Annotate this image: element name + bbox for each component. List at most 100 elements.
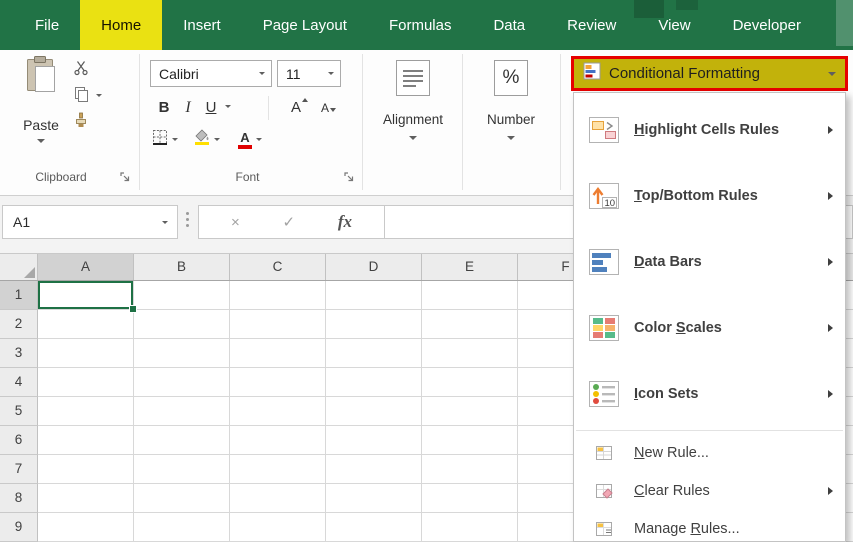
cell-d5[interactable]: [326, 397, 422, 426]
cell-b6[interactable]: [134, 426, 230, 455]
cell-d4[interactable]: [326, 368, 422, 397]
cell-a8[interactable]: [38, 484, 134, 513]
copy-dropdown-chevron-icon[interactable]: [96, 94, 102, 97]
cell-d6[interactable]: [326, 426, 422, 455]
cell-c3[interactable]: [230, 339, 326, 368]
conditional-formatting-button[interactable]: Conditional Formatting: [571, 56, 848, 91]
cell-c2[interactable]: [230, 310, 326, 339]
column-header-c[interactable]: C: [230, 254, 326, 280]
enter-button[interactable]: ✓: [283, 213, 296, 231]
cell-c1[interactable]: [230, 281, 326, 310]
cell-d3[interactable]: [326, 339, 422, 368]
cell-e7[interactable]: [422, 455, 518, 484]
bold-button[interactable]: B: [152, 94, 176, 121]
tab-home[interactable]: Home: [80, 0, 162, 50]
format-painter-button[interactable]: [70, 112, 92, 132]
number-group-button[interactable]: % Number: [480, 58, 542, 190]
cell-c8[interactable]: [230, 484, 326, 513]
menu-item-clear-rules[interactable]: Clear Rules: [574, 472, 845, 510]
cell-b9[interactable]: [134, 513, 230, 542]
select-all-corner[interactable]: [0, 254, 38, 280]
cancel-button[interactable]: ×: [231, 214, 240, 231]
borders-button[interactable]: [152, 126, 178, 153]
italic-button[interactable]: I: [178, 94, 198, 121]
column-header-e[interactable]: E: [422, 254, 518, 280]
menu-item-data-bars[interactable]: Data Bars: [574, 229, 845, 295]
font-size-combobox[interactable]: 11: [277, 60, 341, 87]
row-header-4[interactable]: 4: [0, 368, 38, 397]
font-name-combobox[interactable]: Calibri: [150, 60, 272, 87]
row-header-3[interactable]: 3: [0, 339, 38, 368]
tab-data[interactable]: Data: [472, 0, 546, 50]
clipboard-dialog-launcher[interactable]: [118, 170, 132, 184]
cell-a4[interactable]: [38, 368, 134, 397]
column-header-d[interactable]: D: [326, 254, 422, 280]
tab-view[interactable]: View: [637, 0, 711, 50]
menu-item-top-bottom-rules[interactable]: 10 Top/Bottom Rules: [574, 163, 845, 229]
row-header-9[interactable]: 9: [0, 513, 38, 542]
cell-b4[interactable]: [134, 368, 230, 397]
alignment-group-button[interactable]: Alignment: [382, 58, 444, 190]
menu-item-manage-rules[interactable]: Manage Rules...: [574, 510, 845, 542]
paste-button[interactable]: Paste: [16, 56, 66, 148]
tab-insert[interactable]: Insert: [162, 0, 242, 50]
cell-b8[interactable]: [134, 484, 230, 513]
cell-e6[interactable]: [422, 426, 518, 455]
copy-button[interactable]: [70, 86, 92, 106]
cell-a9[interactable]: [38, 513, 134, 542]
row-header-8[interactable]: 8: [0, 484, 38, 513]
tab-review[interactable]: Review: [546, 0, 637, 50]
cell-e4[interactable]: [422, 368, 518, 397]
drag-handle-dots-icon[interactable]: [186, 212, 189, 227]
underline-dropdown-chevron-icon[interactable]: [225, 105, 231, 108]
cell-b1[interactable]: [134, 281, 230, 310]
increase-font-size-button[interactable]: A: [283, 94, 309, 121]
underline-button[interactable]: U: [200, 94, 222, 121]
cell-e1[interactable]: [422, 281, 518, 310]
insert-function-button[interactable]: fx: [338, 212, 352, 232]
cell-a5[interactable]: [38, 397, 134, 426]
column-header-a[interactable]: A: [38, 254, 134, 280]
menu-item-new-rule[interactable]: New Rule...: [574, 434, 845, 472]
cell-e5[interactable]: [422, 397, 518, 426]
font-color-button[interactable]: A: [238, 126, 262, 153]
font-dialog-launcher[interactable]: [342, 170, 356, 184]
row-header-6[interactable]: 6: [0, 426, 38, 455]
row-header-7[interactable]: 7: [0, 455, 38, 484]
cell-d7[interactable]: [326, 455, 422, 484]
cell-c7[interactable]: [230, 455, 326, 484]
fill-color-button[interactable]: [194, 126, 220, 153]
cell-a3[interactable]: [38, 339, 134, 368]
tab-file[interactable]: File: [14, 0, 80, 50]
column-header-b[interactable]: B: [134, 254, 230, 280]
cell-e9[interactable]: [422, 513, 518, 542]
menu-item-highlight-cells-rules[interactable]: Highlight Cells Rules: [574, 97, 845, 163]
cut-button[interactable]: [70, 60, 92, 80]
decrease-font-size-button[interactable]: A: [313, 94, 337, 121]
cell-c4[interactable]: [230, 368, 326, 397]
cell-b7[interactable]: [134, 455, 230, 484]
cell-d1[interactable]: [326, 281, 422, 310]
cell-b5[interactable]: [134, 397, 230, 426]
cell-b3[interactable]: [134, 339, 230, 368]
cell-d8[interactable]: [326, 484, 422, 513]
cell-c5[interactable]: [230, 397, 326, 426]
cell-e3[interactable]: [422, 339, 518, 368]
row-header-5[interactable]: 5: [0, 397, 38, 426]
menu-item-color-scales[interactable]: Color Scales: [574, 295, 845, 361]
cell-d2[interactable]: [326, 310, 422, 339]
cell-b2[interactable]: [134, 310, 230, 339]
cell-a1[interactable]: [38, 281, 134, 310]
cell-a7[interactable]: [38, 455, 134, 484]
tab-formulas[interactable]: Formulas: [368, 0, 473, 50]
cell-a6[interactable]: [38, 426, 134, 455]
cell-e8[interactable]: [422, 484, 518, 513]
menu-item-icon-sets[interactable]: Icon Sets: [574, 361, 845, 427]
cell-a2[interactable]: [38, 310, 134, 339]
row-header-2[interactable]: 2: [0, 310, 38, 339]
tab-page-layout[interactable]: Page Layout: [242, 0, 368, 50]
cell-c9[interactable]: [230, 513, 326, 542]
name-box[interactable]: A1: [2, 205, 178, 239]
row-header-1[interactable]: 1: [0, 281, 38, 310]
cell-d9[interactable]: [326, 513, 422, 542]
